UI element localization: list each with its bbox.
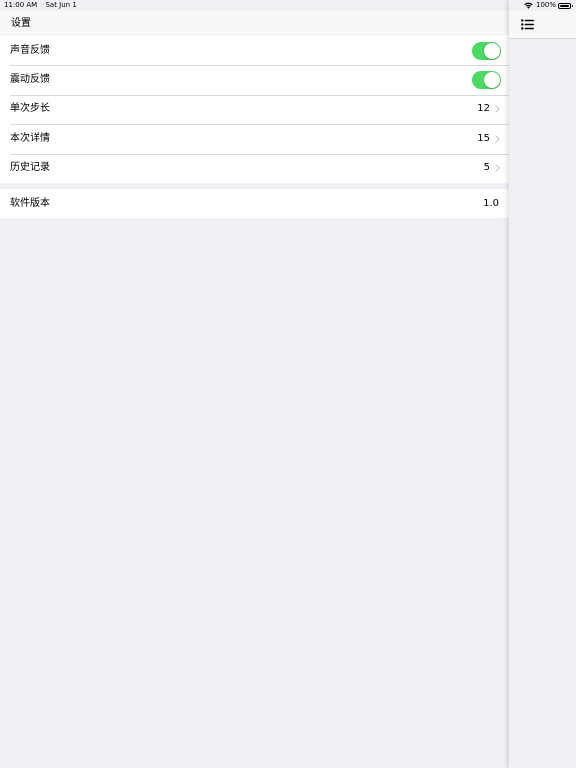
session-details-value: 15 bbox=[477, 132, 490, 144]
session-details-label: 本次详情 bbox=[10, 132, 50, 144]
history-label: 历史记录 bbox=[10, 162, 50, 174]
page-title: 设置 bbox=[11, 18, 31, 29]
chevron-right-icon bbox=[495, 105, 500, 114]
settings-group-about: 软件版本 1.0 bbox=[0, 189, 509, 218]
battery-fill bbox=[560, 4, 569, 7]
status-right: 100% bbox=[524, 0, 573, 11]
version-label: 软件版本 bbox=[10, 197, 50, 209]
vibration-feedback-toggle[interactable] bbox=[472, 71, 501, 90]
row-step-size[interactable]: 单次步长 12 bbox=[0, 94, 509, 124]
toggle-knob bbox=[484, 72, 500, 89]
step-size-value: 12 bbox=[477, 103, 490, 115]
toggle-knob bbox=[484, 42, 500, 59]
row-session-details[interactable]: 本次详情 15 bbox=[0, 124, 509, 153]
step-size-label: 单次步长 bbox=[10, 103, 50, 115]
row-sound-feedback: 声音反馈 bbox=[0, 36, 509, 65]
chevron-right-icon bbox=[495, 135, 500, 143]
settings-nav-bar: 设置 bbox=[0, 11, 509, 36]
settings-panel: 设置 声音反馈 震动反馈 单次步长 12 本次详情 15 历史记录 5 软件版本… bbox=[0, 0, 509, 768]
screen: 11:00 AM Sat Jun 1 100% 设置 声音反馈 震动反馈 单次步… bbox=[0, 0, 576, 768]
vibration-feedback-label: 震动反馈 bbox=[10, 74, 50, 86]
list-icon[interactable] bbox=[521, 19, 534, 30]
battery-icon bbox=[558, 2, 573, 9]
detail-panel bbox=[509, 0, 576, 768]
detail-nav-bar bbox=[509, 11, 576, 39]
history-value: 5 bbox=[483, 162, 490, 174]
row-version: 软件版本 1.0 bbox=[0, 189, 509, 218]
settings-group-main: 声音反馈 震动反馈 单次步长 12 本次详情 15 历史记录 5 bbox=[0, 36, 509, 183]
battery-percent: 100% bbox=[535, 1, 556, 9]
chevron-right-icon bbox=[495, 164, 500, 172]
wifi-icon bbox=[524, 2, 533, 9]
status-time: 11:00 AM bbox=[4, 1, 38, 9]
version-value: 1.0 bbox=[483, 197, 499, 209]
row-vibration-feedback: 震动反馈 bbox=[0, 65, 509, 94]
sound-feedback-label: 声音反馈 bbox=[10, 44, 50, 56]
row-history[interactable]: 历史记录 5 bbox=[0, 153, 509, 183]
status-bar: 11:00 AM Sat Jun 1 100% bbox=[0, 0, 576, 11]
status-left: 11:00 AM Sat Jun 1 bbox=[4, 0, 83, 11]
status-date: Sat Jun 1 bbox=[45, 1, 77, 9]
sound-feedback-toggle[interactable] bbox=[472, 41, 501, 60]
